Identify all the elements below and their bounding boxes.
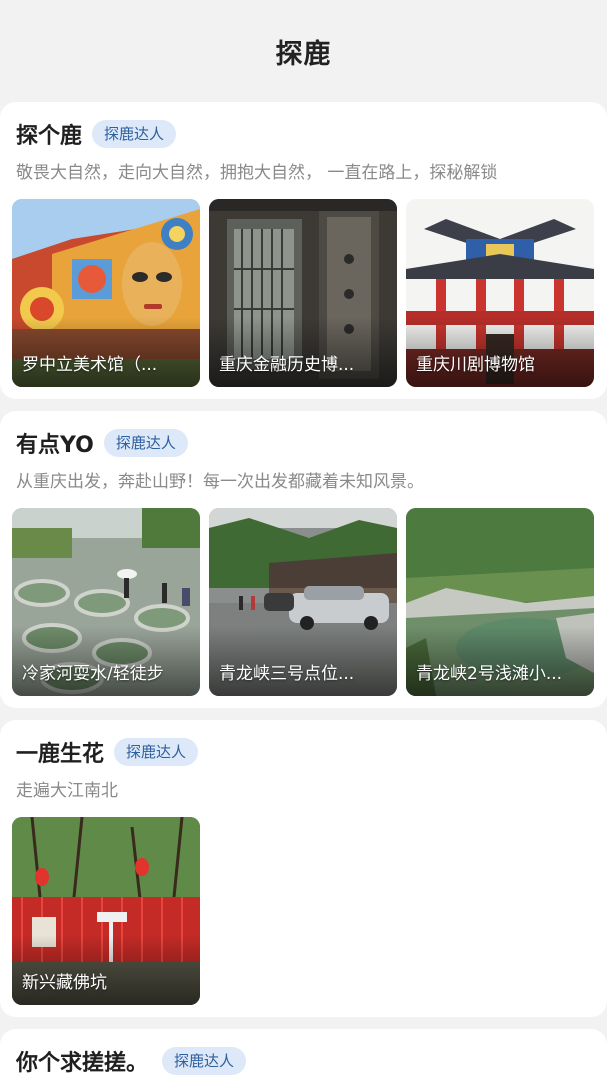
- tile-label: 重庆金融历史博...: [219, 355, 355, 375]
- place-tile[interactable]: 新兴藏佛坑: [12, 817, 200, 1005]
- place-tile[interactable]: 冷家河耍水/轻徒步: [12, 508, 200, 696]
- tile-label: 罗中立美术馆（...: [22, 355, 158, 375]
- section-title[interactable]: 一鹿生花: [16, 736, 104, 768]
- author-badge[interactable]: 探鹿达人: [162, 1047, 247, 1075]
- tile-label: 青龙峡2号浅滩小...: [416, 664, 563, 684]
- author-badge[interactable]: 探鹿达人: [114, 738, 199, 766]
- tile-label: 新兴藏佛坑: [22, 973, 107, 993]
- section-subtitle: 敬畏大自然，走向大自然，拥抱大自然， 一直在路上，探秘解锁: [16, 163, 498, 183]
- app-header: 探鹿: [0, 0, 607, 100]
- page-title: 探鹿: [275, 38, 332, 70]
- author-badge[interactable]: 探鹿达人: [92, 120, 177, 148]
- section-card-3: 一鹿生花 探鹿达人 走遍大江南北 新兴藏佛坑: [0, 720, 607, 1017]
- section-title[interactable]: 你个求搓搓。: [16, 1045, 148, 1077]
- section-header: 探个鹿 探鹿达人: [12, 116, 595, 152]
- section-title[interactable]: 有点YO: [16, 427, 94, 459]
- tile-label: 青龙峡三号点位...: [219, 664, 355, 684]
- place-tile[interactable]: 重庆金融历史博...: [209, 199, 397, 387]
- section-header: 有点YO 探鹿达人: [12, 425, 595, 461]
- section-title[interactable]: 探个鹿: [16, 118, 82, 150]
- section-card-1: 探个鹿 探鹿达人 敬畏大自然，走向大自然，拥抱大自然， 一直在路上，探秘解锁 罗…: [0, 102, 607, 399]
- section-header: 一鹿生花 探鹿达人: [12, 734, 595, 770]
- tile-label: 重庆川剧博物馆: [416, 355, 535, 375]
- section-header: 你个求搓搓。 探鹿达人: [12, 1043, 595, 1079]
- section-card-4: 你个求搓搓。 探鹿达人: [0, 1029, 607, 1080]
- tile-label: 冷家河耍水/轻徒步: [22, 664, 164, 684]
- place-tile[interactable]: 重庆川剧博物馆: [406, 199, 594, 387]
- place-tile[interactable]: 罗中立美术馆（...: [12, 199, 200, 387]
- tile-row: 罗中立美术馆（... 重庆金融历史博... 重庆川剧博物馆: [12, 199, 595, 387]
- place-tile[interactable]: 青龙峡三号点位...: [209, 508, 397, 696]
- section-subtitle: 走遍大江南北: [16, 781, 118, 801]
- author-badge[interactable]: 探鹿达人: [103, 429, 188, 457]
- tile-row: 冷家河耍水/轻徒步 青龙峡三号点位... 青龙峡2号浅滩小...: [12, 508, 595, 696]
- place-tile[interactable]: 青龙峡2号浅滩小...: [406, 508, 594, 696]
- tile-row: 新兴藏佛坑: [12, 817, 595, 1005]
- section-card-2: 有点YO 探鹿达人 从重庆出发，奔赴山野！每一次出发都藏着未知风景。 冷家河耍水…: [0, 411, 607, 708]
- section-subtitle: 从重庆出发，奔赴山野！每一次出发都藏着未知风景。: [16, 472, 424, 492]
